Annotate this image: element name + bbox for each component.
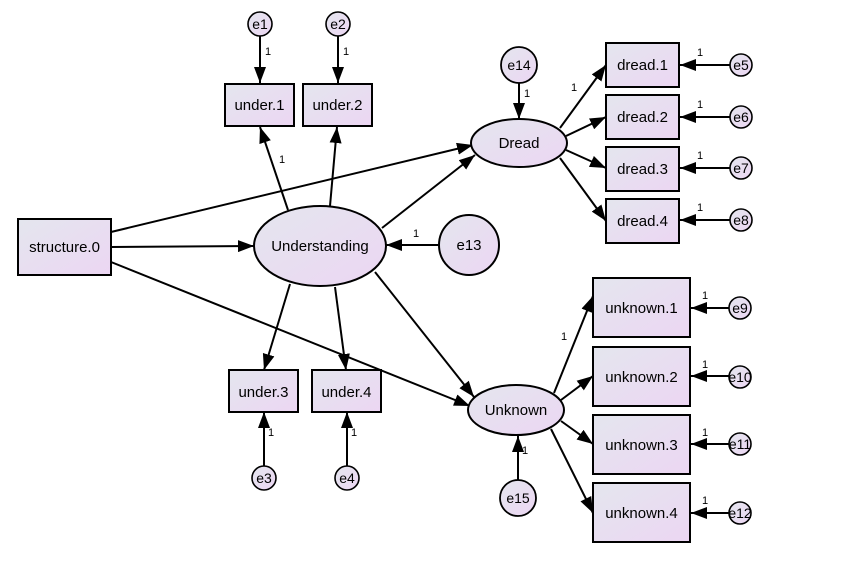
edge-understanding-under4 (334, 286, 350, 371)
node-dread-2[interactable]: dread.2 (605, 94, 680, 140)
svg-text:e15: e15 (506, 490, 530, 506)
coef-e2: 1 (343, 46, 349, 58)
edge-dread-dread2 (565, 116, 607, 137)
coef-under1: 1 (279, 154, 285, 166)
edge-structure-understanding (110, 240, 255, 253)
error-e12[interactable]: e12 (728, 501, 752, 525)
coef-e12: 1 (702, 495, 708, 507)
coef-e8: 1 (697, 202, 703, 214)
svg-text:under.4: under.4 (321, 384, 371, 401)
svg-text:e6: e6 (733, 109, 749, 125)
svg-text:dread.1: dread.1 (617, 57, 668, 74)
coef-unknown1: 1 (561, 331, 567, 343)
node-dread-3[interactable]: dread.3 (605, 146, 680, 192)
edge-dread-dread4 (559, 157, 607, 222)
svg-text:unknown.2: unknown.2 (605, 369, 678, 386)
node-under-4[interactable]: under.4 (311, 369, 382, 413)
edge-understanding-under3 (262, 283, 291, 371)
coef-e5: 1 (697, 47, 703, 59)
svg-text:under.1: under.1 (234, 97, 284, 114)
node-unknown-2[interactable]: unknown.2 (592, 346, 691, 407)
node-under-2[interactable]: under.2 (302, 83, 373, 127)
svg-text:e2: e2 (330, 16, 346, 32)
svg-text:Dread: Dread (499, 135, 540, 152)
svg-text:e1: e1 (252, 16, 268, 32)
node-dread-1[interactable]: dread.1 (605, 42, 680, 88)
coef-e1: 1 (265, 46, 271, 58)
edge-unknown-unknown4 (550, 428, 594, 514)
error-e11[interactable]: e11 (728, 432, 752, 456)
svg-text:unknown.1: unknown.1 (605, 300, 678, 317)
error-e13[interactable]: e13 (438, 214, 500, 276)
error-e8[interactable]: e8 (729, 208, 753, 232)
latent-variables: Understanding Dread Unknown (253, 118, 568, 436)
error-e4[interactable]: e4 (334, 465, 360, 491)
coef-e7: 1 (697, 150, 703, 162)
svg-text:e7: e7 (733, 160, 749, 176)
node-unknown-4[interactable]: unknown.4 (592, 482, 691, 543)
svg-text:e12: e12 (728, 505, 752, 521)
svg-text:under.3: under.3 (238, 384, 288, 401)
error-e2[interactable]: e2 (325, 11, 351, 37)
node-unknown-3[interactable]: unknown.3 (592, 414, 691, 475)
error-e15[interactable]: e15 (499, 479, 537, 517)
coef-e10: 1 (702, 359, 708, 371)
error-e10[interactable]: e10 (728, 365, 752, 389)
svg-text:Unknown: Unknown (485, 402, 548, 419)
edge-unknown-unknown1 (553, 295, 594, 394)
node-under-1[interactable]: under.1 (224, 83, 295, 127)
error-e9[interactable]: e9 (728, 296, 752, 320)
svg-text:dread.3: dread.3 (617, 161, 668, 178)
svg-text:structure.0: structure.0 (29, 239, 100, 256)
coef-dread1: 1 (571, 82, 577, 94)
svg-text:e14: e14 (507, 57, 531, 73)
edge-unknown-unknown3 (560, 420, 594, 445)
sem-diagram: 1 1 1 1 1 1 1 1 1 1 1 1 1 1 1 1 1 1 stru… (17, 11, 753, 543)
svg-text:e11: e11 (729, 436, 752, 452)
node-understanding[interactable]: Understanding (253, 205, 387, 287)
error-e7[interactable]: e7 (729, 156, 753, 180)
node-structure-0[interactable]: structure.0 (17, 218, 112, 276)
coef-e13: 1 (413, 228, 419, 240)
node-unknown[interactable]: Unknown (467, 384, 565, 436)
edge-understanding-unknown (374, 271, 475, 398)
error-e14[interactable]: e14 (500, 46, 538, 84)
svg-text:e10: e10 (728, 369, 752, 385)
node-unknown-1[interactable]: unknown.1 (592, 277, 691, 338)
svg-text:under.2: under.2 (312, 97, 362, 114)
coef-e4: 1 (351, 427, 357, 439)
svg-text:e13: e13 (456, 237, 481, 254)
error-e3[interactable]: e3 (251, 465, 277, 491)
coef-e3: 1 (268, 427, 274, 439)
coef-e6: 1 (697, 99, 703, 111)
coef-e9: 1 (702, 290, 708, 302)
edge-unknown-unknown2 (560, 375, 594, 401)
error-e1[interactable]: e1 (247, 11, 273, 37)
svg-text:e8: e8 (733, 212, 749, 228)
svg-text:Understanding: Understanding (271, 238, 369, 255)
coef-e15: 1 (522, 445, 528, 457)
edge-dread-dread3 (565, 149, 607, 169)
observed-variables: structure.0 under.1 under.2 under.3 unde… (17, 42, 691, 543)
error-e6[interactable]: e6 (729, 105, 753, 129)
node-under-3[interactable]: under.3 (228, 369, 299, 413)
svg-text:e5: e5 (733, 57, 749, 73)
node-dread[interactable]: Dread (470, 118, 568, 168)
coef-e11: 1 (702, 427, 708, 439)
svg-text:e3: e3 (256, 470, 272, 486)
edge-dread-dread1 (559, 64, 607, 129)
svg-text:unknown.4: unknown.4 (605, 505, 678, 522)
svg-text:e9: e9 (732, 300, 748, 316)
svg-text:dread.2: dread.2 (617, 109, 668, 126)
coef-e14: 1 (524, 88, 530, 100)
svg-text:e4: e4 (339, 470, 355, 486)
svg-text:unknown.3: unknown.3 (605, 437, 678, 454)
error-e5[interactable]: e5 (729, 53, 753, 77)
edge-understanding-under1 (259, 126, 289, 211)
edge-understanding-under2 (329, 126, 342, 207)
svg-text:dread.4: dread.4 (617, 213, 668, 230)
node-dread-4[interactable]: dread.4 (605, 198, 680, 244)
